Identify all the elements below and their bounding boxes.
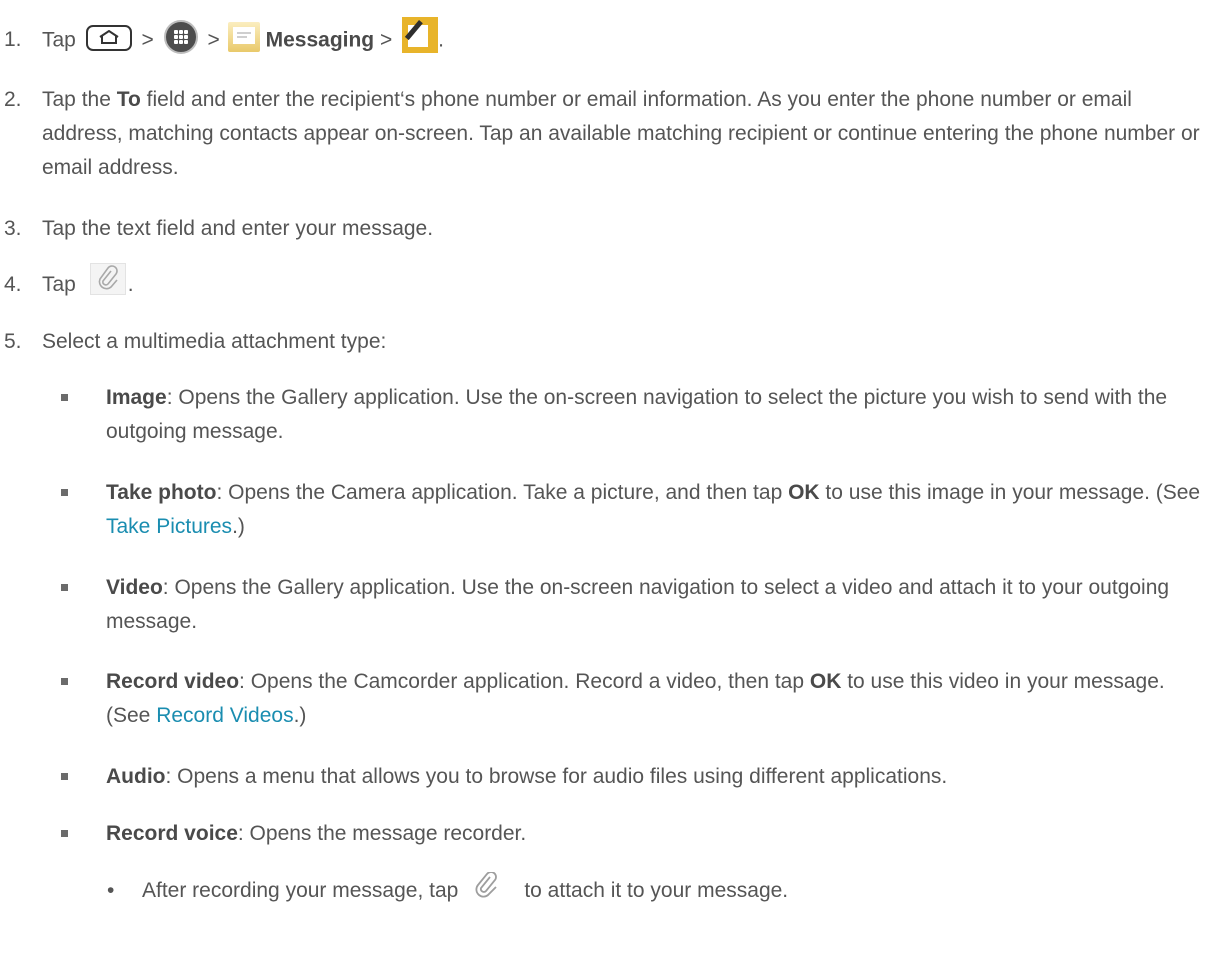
option-text: : Opens the Gallery application. Use the… <box>106 386 1168 443</box>
step-number: 4. <box>4 273 22 296</box>
instructions-page: 1. Tap > > Messaging > . 2. Tap the To f… <box>0 0 1215 964</box>
option-text: to use this image in your message. (See <box>819 481 1201 504</box>
step-text: Tap the text field and enter your messag… <box>42 217 434 240</box>
step-number: 5. <box>4 330 22 353</box>
home-button-icon <box>85 25 132 51</box>
step-end: . <box>438 28 444 52</box>
option-name: Take photo <box>106 481 217 504</box>
sub-text: to attach it to your message. <box>524 879 789 902</box>
bullet-marker <box>61 773 68 780</box>
step-text: Tap the <box>42 88 117 111</box>
bullet-marker <box>61 489 68 496</box>
sub-bullet-after-recording: • After recording your message, tap to a… <box>0 871 1215 908</box>
bullet-video: Video: Opens the Gallery application. Us… <box>0 571 1215 639</box>
option-text: .) <box>232 515 245 538</box>
take-pictures-link[interactable]: Take Pictures <box>106 515 232 538</box>
step-text: field and enter the recipient‘s phone nu… <box>42 88 1200 179</box>
step-1: 1. Tap > > Messaging > . <box>4 17 1215 59</box>
bullet-image: Image: Opens the Gallery application. Us… <box>0 381 1215 449</box>
step-5: 5. Select a multimedia attachment type: <box>4 325 1215 359</box>
separator: > <box>207 28 220 52</box>
bullet-marker <box>61 394 68 401</box>
step-number: 2. <box>4 88 22 111</box>
step-4: 4. Tap . <box>4 263 1215 302</box>
option-text: .) <box>293 704 307 727</box>
option-name: Record voice <box>106 822 238 845</box>
option-name: Audio <box>106 765 166 788</box>
bullet-audio: Audio: Opens a menu that allows you to b… <box>0 760 1215 794</box>
to-field-label: To <box>116 88 141 111</box>
messaging-app-icon <box>227 22 260 52</box>
paperclip-attach-icon <box>89 263 126 296</box>
option-text: : Opens the Gallery application. Use the… <box>106 576 1170 633</box>
step-2: 2. Tap the To field and enter the recipi… <box>4 83 1215 185</box>
ok-label: OK <box>809 670 842 693</box>
sub-bullet-marker: • <box>107 879 115 902</box>
bullet-marker <box>61 584 68 591</box>
step-end: . <box>127 273 134 296</box>
bullet-take-photo: Take photo: Opens the Camera application… <box>0 476 1215 544</box>
ok-label: OK <box>788 481 820 504</box>
compose-message-icon <box>402 17 439 53</box>
sub-text: After recording your message, tap <box>142 879 459 902</box>
separator: > <box>379 28 393 52</box>
separator: > <box>141 28 154 52</box>
step-3: 3. Tap the text field and enter your mes… <box>4 212 1215 246</box>
step-text: Tap <box>42 273 76 296</box>
option-name: Video <box>106 576 163 599</box>
record-videos-link[interactable]: Record Videos <box>156 704 293 727</box>
option-text: : Opens a menu that allows you to browse… <box>165 765 948 788</box>
step-number: 3. <box>4 217 22 240</box>
option-text: : Opens the Camera application. Take a p… <box>216 481 789 504</box>
option-name: Record video <box>106 670 240 693</box>
step-number: 1. <box>4 28 22 51</box>
bullet-marker <box>61 678 68 685</box>
bullet-marker <box>61 830 68 837</box>
apps-launcher-icon <box>163 20 198 54</box>
option-text: : Opens the message recorder. <box>237 822 527 845</box>
bullet-record-voice: Record voice: Opens the message recorder… <box>0 817 1215 851</box>
option-text: : Opens the Camcorder application. Recor… <box>239 670 810 693</box>
step-text: Tap <box>42 28 76 52</box>
bullet-record-video: Record video: Opens the Camcorder applic… <box>0 665 1215 733</box>
step-text: Select a multimedia attachment type: <box>42 330 387 353</box>
messaging-label: Messaging <box>265 28 375 52</box>
option-name: Image <box>106 386 167 409</box>
paperclip-attach-icon <box>472 871 502 902</box>
